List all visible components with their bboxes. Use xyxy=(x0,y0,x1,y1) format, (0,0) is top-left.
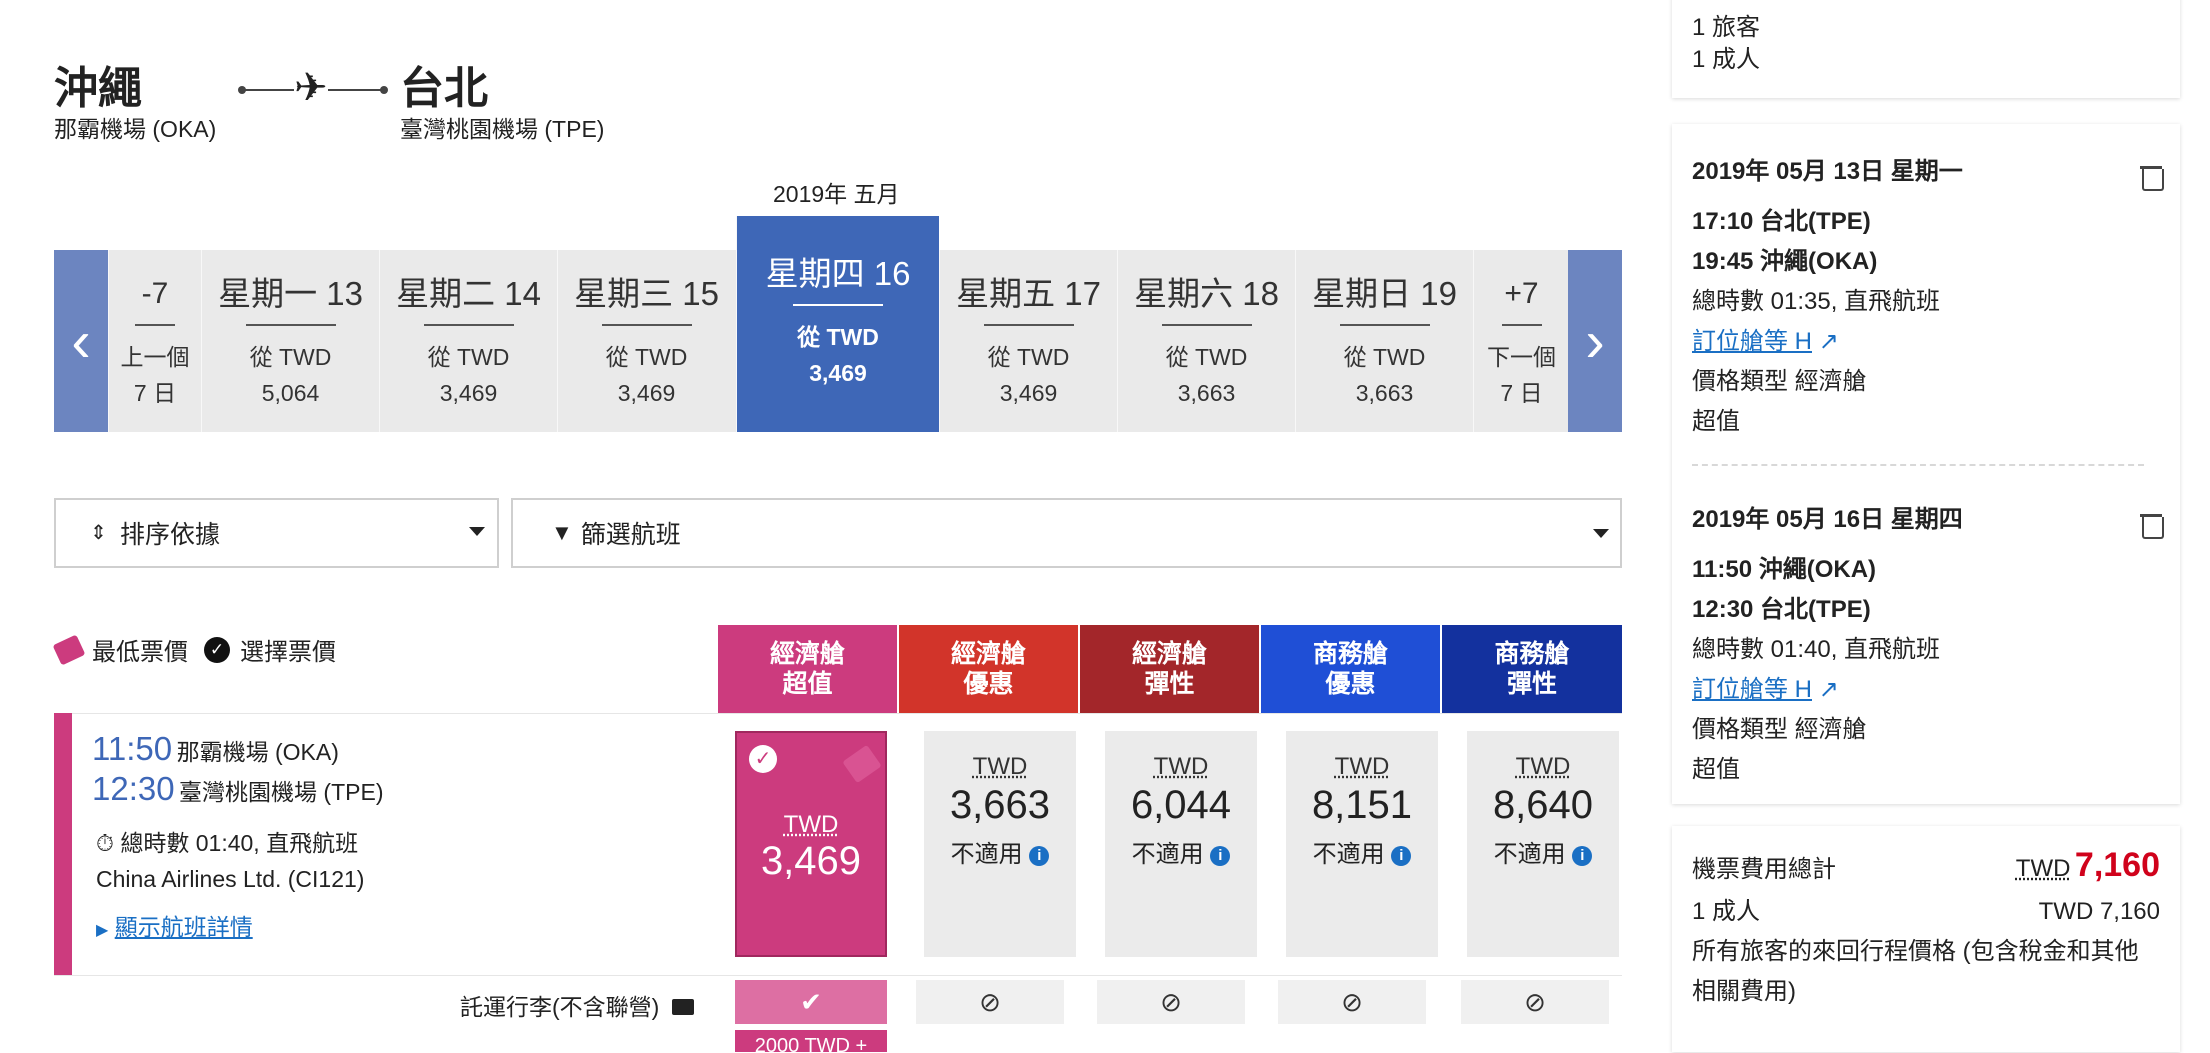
stopwatch-icon: ⏱ xyxy=(96,830,114,856)
date-cell-thu-16-selected[interactable]: 星期四 16 從 TWD 3,469 xyxy=(736,216,939,432)
fare-legend: 最低票價 ✓ 選擇票價 xyxy=(52,632,336,667)
info-icon[interactable]: i xyxy=(1210,846,1231,866)
flight-carrier: China Airlines Ltd. (CI121) xyxy=(96,866,365,892)
flight-arrival: 12:30 臺灣桃園機場 (TPE) xyxy=(92,770,384,807)
prev-7-days[interactable]: -7 上一個 7 日 xyxy=(108,250,201,432)
divider xyxy=(1692,464,2144,466)
price-total-panel: 機票費用總計 TWD 7,160 1 成人 TWD 7,160 所有旅客的來回行… xyxy=(1672,826,2180,1052)
date-cell-sat-18[interactable]: 星期六 18 從 TWD 3,663 xyxy=(1117,250,1295,432)
price-tag-icon xyxy=(842,744,882,784)
info-icon[interactable]: i xyxy=(1572,846,1593,866)
caret-right-icon: ▶ xyxy=(96,922,109,939)
segment-date: 2019年 05月 16日 星期四 xyxy=(1692,506,1963,533)
fare-cell-economy-super-selected[interactable]: ✓ TWD 3,469 xyxy=(735,731,887,957)
external-link-icon: ↗ xyxy=(1818,328,1839,355)
external-link-icon: ↗ xyxy=(1818,676,1839,703)
date-carousel: ‹ -7 上一個 7 日 星期一 13 從 TWD 5,064 星期二 14 從… xyxy=(54,216,1622,432)
suitcase-icon xyxy=(671,999,694,1015)
trash-icon[interactable] xyxy=(2140,166,2164,191)
booking-class-link[interactable]: 訂位艙等 H ↗ xyxy=(1692,322,1839,362)
check-circle-icon: ✓ xyxy=(749,745,777,773)
date-cell-tue-14[interactable]: 星期二 14 從 TWD 3,469 xyxy=(379,250,557,432)
itinerary-summary: 2019年 05月 13日 星期一 17:10 台北(TPE) 19:45 沖繩… xyxy=(1672,124,2180,804)
filter-dropdown[interactable]: ▼ 篩選航班 xyxy=(511,498,1622,568)
filter-icon: ▼ xyxy=(551,520,573,545)
chevron-down-icon xyxy=(469,527,485,536)
destination-city: 台北 xyxy=(400,64,488,113)
fare-col-economy-discount[interactable]: 經濟艙 優惠 xyxy=(899,625,1078,713)
flight-row-accent xyxy=(54,713,72,975)
traveler-summary: 1 旅客 1 成人 xyxy=(1672,0,2180,98)
fare-cell-economy-flex[interactable]: TWD 6,044 不適用 i xyxy=(1105,731,1257,957)
booking-class-link[interactable]: 訂位艙等 H ↗ xyxy=(1692,670,1839,710)
prev-week-button[interactable]: ‹ xyxy=(54,250,108,432)
origin-airport: 那霸機場 (OKA) xyxy=(54,116,217,142)
baggage-included-mark: ✔ xyxy=(735,980,887,1024)
next-7-days[interactable]: +7 下一個 7 日 xyxy=(1473,250,1569,432)
fare-col-business-flex[interactable]: 商務艙 彈性 xyxy=(1442,625,1622,713)
route-arrow: ✈ xyxy=(238,66,388,110)
calendar-month: 2019年 五月 xyxy=(773,181,900,207)
fare-cell-business-discount[interactable]: TWD 8,151 不適用 i xyxy=(1286,731,1438,957)
price-tag-icon xyxy=(52,634,86,665)
date-cell-wed-15[interactable]: 星期三 15 從 TWD 3,469 xyxy=(557,250,735,432)
fare-cell-business-flex[interactable]: TWD 8,640 不適用 i xyxy=(1467,731,1619,957)
chevron-left-icon: ‹ xyxy=(71,308,91,374)
baggage-na-mark: ⊘ xyxy=(1097,980,1245,1024)
origin-city: 沖繩 xyxy=(54,64,142,113)
info-icon[interactable]: i xyxy=(1391,846,1412,866)
fare-col-economy-super[interactable]: 經濟艙 超值 xyxy=(718,625,897,713)
baggage-label: 託運行李(不含聯營) xyxy=(460,988,694,1022)
fare-col-economy-flex[interactable]: 經濟艙 彈性 xyxy=(1080,625,1259,713)
trash-icon[interactable] xyxy=(2140,514,2164,539)
baggage-extra-price: 2000 TWD + xyxy=(735,1030,887,1052)
fare-cell-economy-discount[interactable]: TWD 3,663 不適用 i xyxy=(924,731,1076,957)
segment-date: 2019年 05月 13日 星期一 xyxy=(1692,158,1963,185)
flight-duration: ⏱ 總時數 01:40, 直飛航班 xyxy=(96,830,359,856)
date-cell-sun-19[interactable]: 星期日 19 從 TWD 3,663 xyxy=(1295,250,1473,432)
chevron-down-icon xyxy=(1593,529,1609,538)
baggage-na-mark: ⊘ xyxy=(1461,980,1609,1024)
date-cell-mon-13[interactable]: 星期一 13 從 TWD 5,064 xyxy=(201,250,379,432)
baggage-na-mark: ⊘ xyxy=(916,980,1064,1024)
destination-airport: 臺灣桃園機場 (TPE) xyxy=(400,116,605,142)
baggage-na-mark: ⊘ xyxy=(1278,980,1426,1024)
flight-details-link[interactable]: ▶ 顯示航班詳情 xyxy=(96,908,253,942)
sort-icon: ⇕ xyxy=(90,522,107,544)
date-cell-fri-17[interactable]: 星期五 17 從 TWD 3,469 xyxy=(939,250,1117,432)
flight-departure: 11:50 那霸機場 (OKA) xyxy=(92,730,339,767)
sort-dropdown[interactable]: ⇕ 排序依據 xyxy=(54,498,499,568)
total-price: TWD 7,160 xyxy=(2015,846,2160,884)
fare-col-business-discount[interactable]: 商務艙 優惠 xyxy=(1261,625,1440,713)
airplane-icon: ✈ xyxy=(294,66,328,110)
chevron-right-icon: › xyxy=(1585,308,1605,374)
check-circle-icon: ✓ xyxy=(204,636,230,663)
info-icon[interactable]: i xyxy=(1029,846,1050,866)
next-week-button[interactable]: › xyxy=(1568,250,1622,432)
